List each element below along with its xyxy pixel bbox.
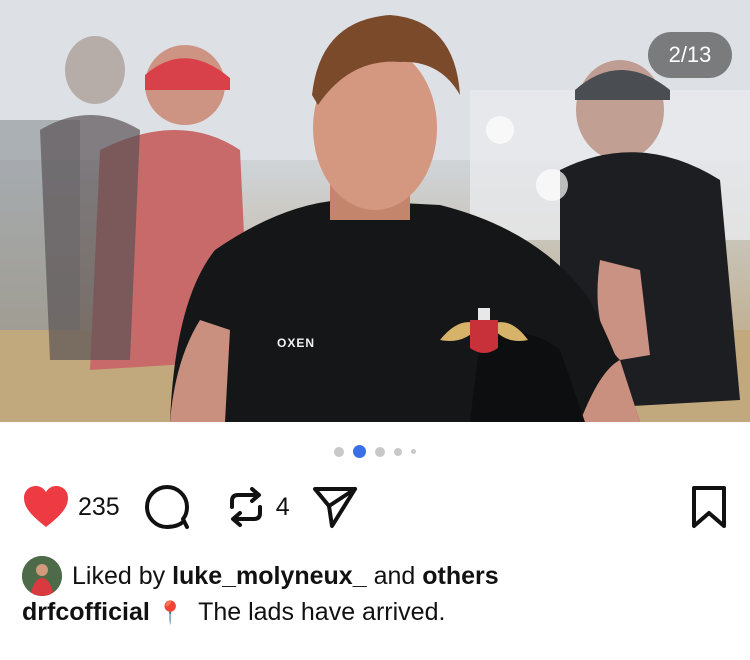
liked-by-row: Liked by luke_molyneux_ and others [22,556,499,596]
photo-illustration [0,0,750,422]
image-counter-badge: 2/13 [648,32,732,78]
action-bar: 235 4 [22,482,728,532]
liked-by-others-link[interactable]: others [422,562,498,591]
repost-count: 4 [275,492,290,521]
bookmark-button[interactable] [690,485,728,529]
avatar-image [22,556,62,596]
comment-icon [144,485,189,529]
carousel-dot [375,446,385,457]
carousel-dot [411,449,416,454]
carousel-dot [394,447,402,456]
repost-button[interactable]: 4 [224,485,290,529]
post-photo[interactable]: 2/13 OXEN [0,0,750,422]
like-button[interactable]: 235 [22,485,120,529]
shirt-brand-text: OXEN [277,336,316,350]
carousel-dot [334,446,344,457]
avatar[interactable] [22,556,62,596]
like-count: 235 [78,492,120,521]
carousel-indicator [0,445,750,458]
bookmark-icon [692,486,726,528]
liked-by-user-link[interactable]: luke_molyneux_ [172,562,367,591]
pin-emoji-icon: 📍 [156,599,185,625]
repost-icon [229,487,262,527]
carousel-dot-active [353,445,366,458]
caption-text: The lads have arrived. [198,598,446,626]
caption-username-link[interactable]: drfcofficial [22,598,150,627]
liked-by-prefix: Liked by [72,561,166,590]
share-button[interactable] [312,485,358,529]
send-icon [312,487,357,528]
liked-by-and: and [373,561,416,590]
post-caption: drfcofficial 📍 The lads have arrived. [22,598,445,627]
heart-icon [24,486,68,527]
comment-button[interactable] [144,484,190,530]
